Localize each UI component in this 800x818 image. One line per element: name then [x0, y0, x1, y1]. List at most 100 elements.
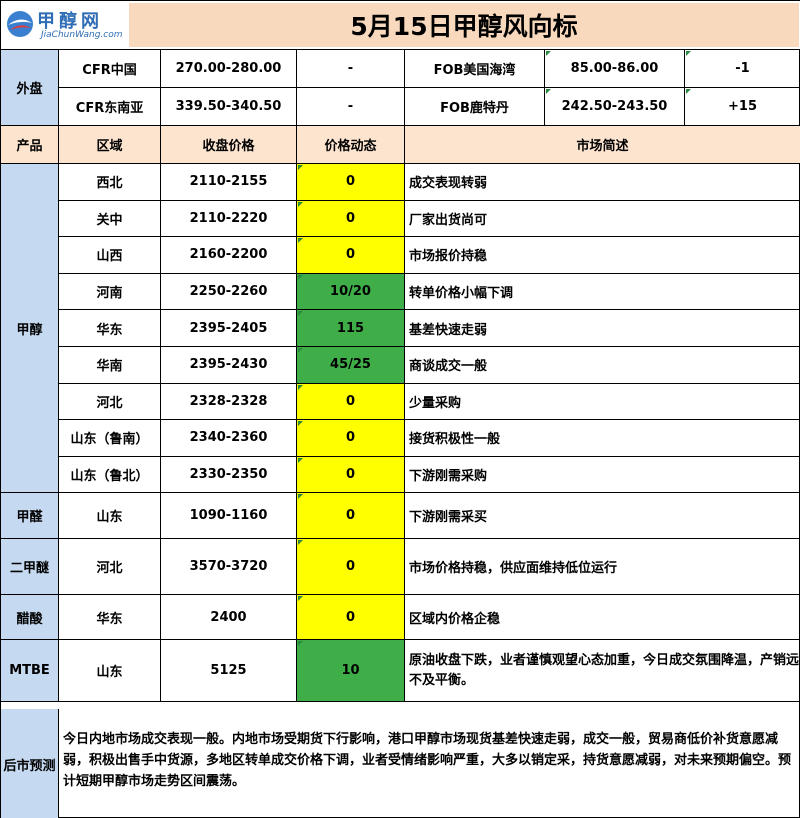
cell-comment-marker — [298, 641, 303, 647]
change-cell: 0 — [297, 493, 405, 540]
region-cell: 山东（鲁南） — [59, 420, 161, 457]
forecast-label: 后市预测 — [1, 709, 59, 818]
wind-vane-sheet: 甲醇网 JiaChunWang.com 5月15日甲醇风向标 后市预测 今日内地… — [0, 0, 800, 818]
cell-comment-marker — [298, 596, 303, 602]
external-label: 外盘 — [1, 50, 59, 126]
change-cell: 10/20 — [297, 273, 405, 311]
product-1: 甲醛 — [1, 493, 59, 540]
region-cell: 山东（鲁北） — [59, 456, 161, 494]
column-desc: 市场简述 — [405, 126, 800, 164]
desc-cell: 接货积极性一般 — [405, 420, 800, 457]
change-cell: 115 — [297, 310, 405, 347]
external-right-change: +15 — [685, 88, 800, 126]
region-cell: 华东 — [59, 310, 161, 347]
external-left-name: CFR中国 — [59, 50, 161, 88]
region-cell: 河南 — [59, 273, 161, 311]
external-right-price: 242.50-243.50 — [545, 88, 685, 126]
region-cell: 华南 — [59, 347, 161, 384]
page-title: 5月15日甲醇风向标 — [350, 12, 578, 41]
price-cell: 2110-2220 — [161, 200, 297, 238]
column-price: 收盘价格 — [161, 126, 297, 164]
external-left-change: - — [297, 50, 405, 88]
price-cell: 2328-2328 — [161, 383, 297, 421]
globe-logo-icon — [7, 11, 33, 37]
desc-cell: 转单价格小幅下调 — [405, 274, 800, 311]
desc-cell: 原油收盘下跌，业者谨慎观望心态加重，今日成交氛围降温，产销远不及平衡。 — [405, 640, 800, 703]
price-cell: 2400 — [161, 595, 297, 641]
region-cell: 河北 — [59, 539, 161, 596]
change-cell: 0 — [297, 456, 405, 494]
cell-comment-marker — [298, 274, 303, 280]
external-left-price: 270.00-280.00 — [161, 50, 297, 88]
change-cell: 0 — [297, 539, 405, 596]
desc-cell: 市场报价持稳 — [405, 237, 800, 274]
price-cell: 2395-2430 — [161, 347, 297, 384]
desc-cell: 商谈成交一般 — [405, 347, 800, 384]
change-cell: 0 — [297, 200, 405, 238]
desc-cell: 下游刚需采购 — [405, 457, 800, 494]
external-right-name: FOB鹿特丹 — [405, 88, 545, 126]
title-banner: 5月15日甲醇风向标 — [129, 3, 799, 47]
price-cell: 2340-2360 — [161, 420, 297, 457]
cell-comment-marker — [546, 89, 551, 94]
price-cell: 2330-2350 — [161, 456, 297, 494]
logo-english: JiaChunWang.com — [41, 30, 123, 40]
change-cell: 0 — [297, 164, 405, 201]
price-cell: 2395-2405 — [161, 310, 297, 347]
cell-comment-marker — [298, 311, 303, 317]
cell-comment-marker — [686, 89, 691, 94]
cell-comment-marker — [298, 494, 303, 500]
change-cell: 0 — [297, 595, 405, 641]
change-cell: 0 — [297, 383, 405, 421]
desc-cell: 下游刚需采买 — [405, 493, 800, 540]
column-product: 产品 — [1, 126, 59, 164]
price-cell: 2250-2260 — [161, 273, 297, 311]
forecast-text: 今日内地市场成交表现一般。内地市场受期货下行影响，港口甲醇市场现货基差快速走弱，… — [63, 732, 792, 789]
change-cell: 10 — [297, 640, 405, 703]
region-cell: 山东 — [59, 493, 161, 540]
column-region: 区域 — [59, 126, 161, 164]
desc-cell: 厂家出货尚可 — [405, 201, 800, 238]
product-0: 甲醇 — [1, 164, 59, 494]
cell-comment-marker — [298, 540, 303, 546]
cell-comment-marker — [298, 201, 303, 207]
column-change: 价格动态 — [297, 126, 405, 164]
region-cell: 关中 — [59, 200, 161, 238]
region-cell: 山西 — [59, 237, 161, 274]
cell-comment-marker — [546, 51, 551, 56]
cell-comment-marker — [298, 457, 303, 463]
price-cell: 2110-2155 — [161, 164, 297, 201]
desc-cell: 少量采购 — [405, 384, 800, 421]
region-cell: 山东 — [59, 640, 161, 703]
desc-cell: 区域内价格企稳 — [405, 595, 800, 641]
product-3: 醋酸 — [1, 595, 59, 641]
external-right-name: FOB美国海湾 — [405, 50, 545, 88]
change-cell: 0 — [297, 420, 405, 457]
price-cell: 2160-2200 — [161, 237, 297, 274]
region-cell: 河北 — [59, 383, 161, 421]
desc-cell: 基差快速走弱 — [405, 310, 800, 347]
logo: 甲醇网 JiaChunWang.com — [3, 3, 123, 47]
external-left-name: CFR东南亚 — [59, 88, 161, 126]
price-cell: 1090-1160 — [161, 493, 297, 540]
cell-comment-marker — [686, 51, 691, 56]
cell-comment-marker — [298, 165, 303, 170]
region-cell: 华东 — [59, 595, 161, 641]
external-left-change: - — [297, 88, 405, 126]
price-cell: 5125 — [161, 640, 297, 703]
change-cell: 45/25 — [297, 347, 405, 384]
cell-comment-marker — [298, 348, 303, 353]
cell-comment-marker — [298, 421, 303, 427]
header: 甲醇网 JiaChunWang.com 5月15日甲醇风向标 — [1, 1, 800, 50]
external-right-change: -1 — [685, 50, 800, 88]
desc-cell: 成交表现转弱 — [405, 164, 800, 201]
region-cell: 西北 — [59, 164, 161, 201]
external-right-price: 85.00-86.00 — [545, 50, 685, 88]
cell-comment-marker — [298, 238, 303, 244]
cell-comment-marker — [298, 384, 303, 390]
desc-cell: 市场价格持稳，供应面维持低位运行 — [405, 539, 800, 596]
product-2: 二甲醚 — [1, 539, 59, 596]
price-cell: 3570-3720 — [161, 539, 297, 596]
product-4: MTBE — [1, 640, 59, 703]
external-left-price: 339.50-340.50 — [161, 88, 297, 126]
